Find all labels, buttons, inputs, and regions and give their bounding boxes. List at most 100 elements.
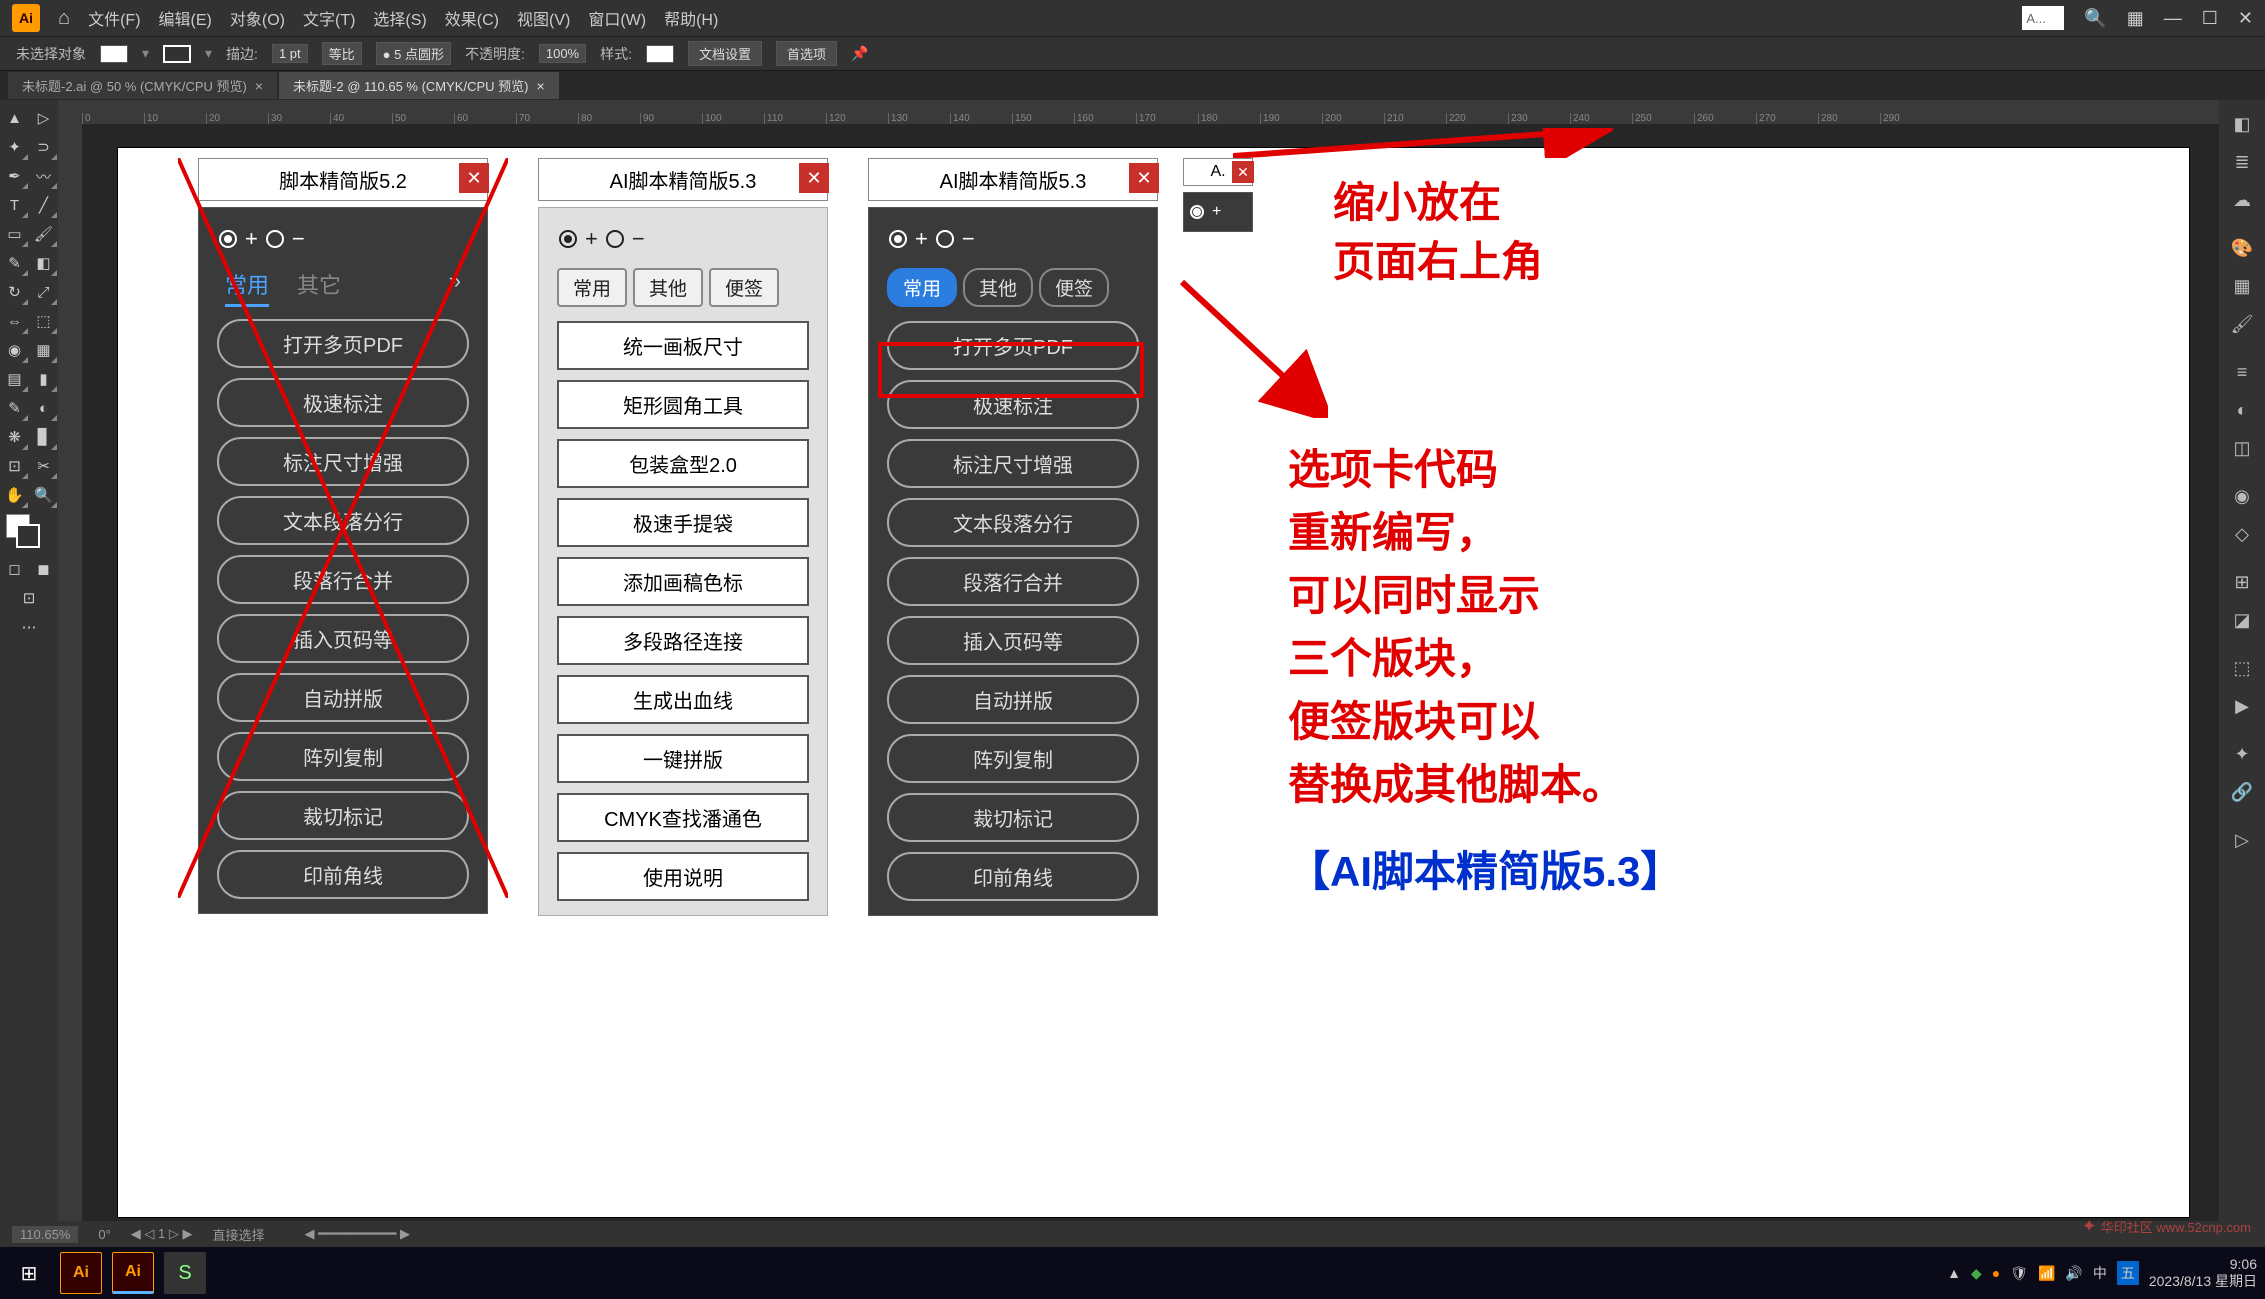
menu-view[interactable]: 视图(V): [517, 6, 570, 30]
menu-select[interactable]: 选择(S): [373, 6, 426, 30]
close-icon[interactable]: ✕: [2238, 8, 2253, 29]
pin-icon[interactable]: 📌: [851, 45, 868, 62]
script-button[interactable]: CMYK查找潘通色: [557, 793, 809, 842]
symbols-icon[interactable]: ✦: [2219, 736, 2265, 772]
color-swatches[interactable]: [0, 510, 58, 554]
type-tool[interactable]: T: [0, 191, 29, 219]
rotate-tool[interactable]: ↻: [0, 278, 29, 306]
home-icon[interactable]: ⌂: [58, 7, 70, 30]
align-icon[interactable]: ⊞: [2219, 564, 2265, 600]
tab-notes[interactable]: 便签: [1039, 268, 1109, 307]
script-button[interactable]: 多段路径连接: [557, 616, 809, 665]
eraser-tool[interactable]: ◧: [29, 249, 58, 277]
radio-1[interactable]: [889, 230, 907, 248]
stroke-color[interactable]: [16, 524, 40, 548]
tab-other[interactable]: 其他: [963, 268, 1033, 307]
width-tool[interactable]: ⇔: [0, 307, 29, 335]
canvas[interactable]: 0102030405060708090100110120130140150160…: [58, 100, 2219, 1247]
close-icon[interactable]: ×: [536, 78, 544, 94]
style-swatch[interactable]: [646, 45, 674, 63]
color-icon[interactable]: 🎨: [2219, 230, 2265, 266]
tab-notes[interactable]: 便签: [709, 268, 779, 307]
start-button[interactable]: ⊞: [8, 1252, 50, 1294]
graph-tool[interactable]: ▊: [29, 423, 58, 451]
menu-effect[interactable]: 效果(C): [445, 6, 499, 30]
arrange-icon[interactable]: ▦: [2127, 8, 2144, 29]
search-icon[interactable]: 🔍: [2084, 8, 2106, 29]
shape-builder-tool[interactable]: ◉: [0, 336, 29, 364]
rotate-field[interactable]: 0°: [98, 1227, 110, 1242]
libraries-icon[interactable]: ☁: [2219, 182, 2265, 218]
curvature-tool[interactable]: 〰: [29, 162, 58, 190]
shaper-tool[interactable]: ✎: [0, 249, 29, 277]
script-button[interactable]: 阵列复制: [887, 734, 1139, 783]
radio-1[interactable]: [559, 230, 577, 248]
script-button[interactable]: 印前角线: [887, 852, 1139, 901]
docsetup-button[interactable]: 文档设置: [688, 41, 762, 66]
script-button[interactable]: 生成出血线: [557, 675, 809, 724]
links-icon[interactable]: 🔗: [2219, 774, 2265, 810]
stroke-weight[interactable]: 1 pt: [272, 44, 308, 63]
script-button[interactable]: 文本段落分行: [887, 498, 1139, 547]
layers-icon[interactable]: ≣: [2219, 144, 2265, 180]
script-button[interactable]: 段落行合并: [217, 555, 469, 604]
draw-behind[interactable]: ◼: [29, 555, 58, 583]
tab-common[interactable]: 常用: [557, 268, 627, 307]
gradient-icon[interactable]: ◐: [2219, 392, 2265, 428]
appearance-icon[interactable]: ◉: [2219, 478, 2265, 514]
magic-wand-tool[interactable]: ✦: [0, 133, 29, 161]
script-button[interactable]: 裁切标记: [887, 793, 1139, 842]
lasso-tool[interactable]: ⊃: [29, 133, 58, 161]
radio-1[interactable]: [1190, 205, 1204, 219]
transparency-icon[interactable]: ◫: [2219, 430, 2265, 466]
close-button[interactable]: ✕: [1232, 161, 1254, 183]
transform-icon[interactable]: ⬚: [2219, 650, 2265, 686]
ruler-horizontal[interactable]: 0102030405060708090100110120130140150160…: [82, 100, 2219, 124]
script-button[interactable]: 阵列复制: [217, 732, 469, 781]
menu-type[interactable]: 文字(T): [303, 6, 355, 30]
edit-toolbar[interactable]: ⋯: [0, 613, 58, 641]
close-icon[interactable]: ×: [255, 78, 263, 94]
brush-tool[interactable]: 🖌: [29, 220, 58, 248]
taskbar-ai-2[interactable]: Ai: [112, 1252, 154, 1294]
tray-icon[interactable]: 🛡: [2010, 1265, 2028, 1282]
scale-tool[interactable]: ⤢: [29, 278, 58, 306]
pathfinder-icon[interactable]: ◪: [2219, 602, 2265, 638]
zoom-level[interactable]: 110.65%: [12, 1226, 78, 1243]
ruler-vertical[interactable]: [58, 124, 82, 1247]
menu-object[interactable]: 对象(O): [230, 6, 285, 30]
mesh-tool[interactable]: ▤: [0, 365, 29, 393]
script-button[interactable]: 一键拼版: [557, 734, 809, 783]
selection-tool[interactable]: ▲: [0, 104, 29, 132]
tray-icon[interactable]: ▲: [1947, 1265, 1961, 1281]
script-button[interactable]: 标注尺寸增强: [217, 437, 469, 486]
script-button[interactable]: 插入页码等: [217, 614, 469, 663]
taskbar-app[interactable]: S: [164, 1252, 206, 1294]
script-button[interactable]: 插入页码等: [887, 616, 1139, 665]
artboard-nav[interactable]: ◀ ◁ 1 ▷ ▶: [131, 1226, 193, 1242]
script-button[interactable]: 裁切标记: [217, 791, 469, 840]
maximize-icon[interactable]: ☐: [2202, 8, 2218, 29]
script-button[interactable]: 打开多页PDF: [217, 319, 469, 368]
script-button[interactable]: 印前角线: [217, 850, 469, 899]
menu-help[interactable]: 帮助(H): [664, 6, 718, 30]
tab-common[interactable]: 常用: [225, 268, 269, 307]
script-button[interactable]: 自动拼版: [887, 675, 1139, 724]
draw-normal[interactable]: ◻: [0, 555, 29, 583]
gradient-tool[interactable]: ▮: [29, 365, 58, 393]
stroke-swatch[interactable]: [163, 45, 191, 63]
close-button[interactable]: ✕: [1129, 163, 1159, 193]
brush-dd[interactable]: ● 5 点圆形: [376, 42, 451, 65]
search-top[interactable]: A...: [2022, 6, 2064, 30]
ruler-origin[interactable]: [58, 100, 82, 124]
radio-2[interactable]: [266, 230, 284, 248]
line-tool[interactable]: ╱: [29, 191, 58, 219]
tab-other[interactable]: 其它: [297, 268, 341, 307]
fill-swatch[interactable]: [100, 45, 128, 63]
direct-select-tool[interactable]: ▷: [29, 104, 58, 132]
radio-2[interactable]: [936, 230, 954, 248]
blend-tool[interactable]: ◐: [29, 394, 58, 422]
pen-tool[interactable]: ✒: [0, 162, 29, 190]
script-button[interactable]: 矩形圆角工具: [557, 380, 809, 429]
screen-mode[interactable]: ⊡: [0, 584, 58, 612]
